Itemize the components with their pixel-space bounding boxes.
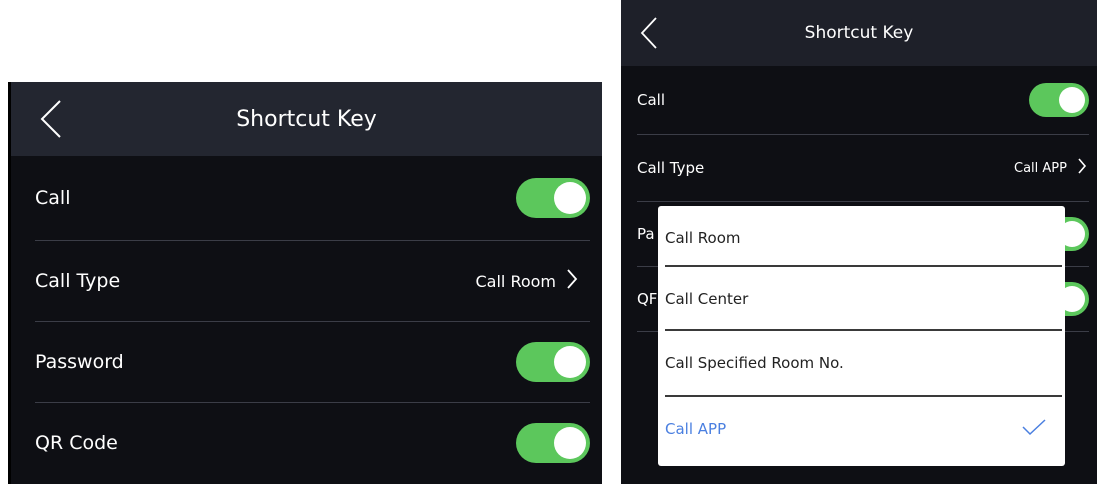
chevron-right-icon (1077, 157, 1087, 179)
call-toggle[interactable] (516, 178, 590, 218)
row-call-type: Call Type Call APP (621, 135, 1097, 201)
header-bar: Shortcut Key (11, 82, 602, 156)
option-label: Call Specified Room No. (665, 354, 844, 372)
option-label: Call Room (665, 229, 741, 247)
row-label-call: Call (637, 91, 666, 109)
back-icon[interactable] (635, 0, 663, 66)
row-label-qr-code: QR Code (35, 432, 118, 454)
row-qr-code: QR Code (11, 403, 602, 483)
row-label-call-type: Call Type (637, 159, 705, 177)
header-bar: Shortcut Key (621, 0, 1097, 66)
option-call-specified-room[interactable]: Call Specified Room No. (658, 331, 1065, 395)
row-call-type: Call Type Call Room (11, 241, 602, 321)
row-label-call: Call (35, 187, 71, 209)
option-label: Call Center (665, 290, 749, 308)
call-type-value: Call Room (475, 271, 556, 291)
call-type-value: Call APP (1014, 160, 1067, 176)
row-label-call-type: Call Type (35, 270, 121, 292)
option-call-room[interactable]: Call Room (658, 206, 1065, 270)
toggle-knob (1059, 87, 1085, 113)
row-label-password: Password (35, 351, 124, 373)
shortcut-key-screen-left: Shortcut Key Call Call Type Call Room Pa… (8, 82, 602, 484)
back-icon[interactable] (33, 82, 69, 156)
shortcut-key-screen-right: Shortcut Key Call Call Type Call APP Pa … (621, 0, 1097, 484)
page-title: Shortcut Key (804, 23, 914, 43)
call-toggle[interactable] (1029, 83, 1089, 117)
row-call: Call (621, 66, 1097, 134)
option-label: Call APP (665, 420, 727, 438)
chevron-right-icon (566, 268, 578, 294)
row-label-password: Pa (637, 225, 655, 243)
option-call-center[interactable]: Call Center (658, 267, 1065, 331)
qr-code-toggle[interactable] (516, 423, 590, 463)
toggle-knob (554, 427, 586, 459)
password-toggle[interactable] (516, 342, 590, 382)
toggle-knob (554, 346, 586, 378)
toggle-knob (554, 182, 586, 214)
row-label-qr-code: QF (637, 290, 658, 308)
row-password: Password (11, 322, 602, 402)
call-type-popup: Call Room Call Center Call Specified Roo… (658, 206, 1065, 466)
call-type-selector[interactable]: Call APP (1014, 157, 1087, 179)
check-icon (1021, 418, 1047, 440)
row-call: Call (11, 156, 602, 240)
page-title: Shortcut Key (236, 106, 377, 132)
option-call-app[interactable]: Call APP (658, 397, 1065, 461)
call-type-selector[interactable]: Call Room (475, 268, 578, 294)
